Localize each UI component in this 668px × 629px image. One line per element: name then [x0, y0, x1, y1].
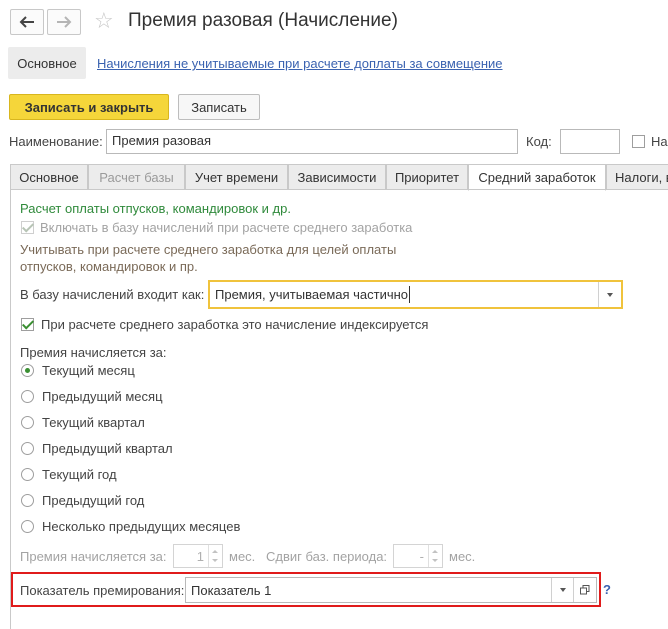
tab-bar: Основное Расчет базы Учет времени Зависи…: [10, 164, 668, 191]
forward-button[interactable]: [47, 9, 81, 35]
radio-current-month-label: Текущий месяц: [42, 363, 135, 378]
arrow-left-icon: [19, 16, 34, 28]
indicator-dropdown-button[interactable]: [551, 578, 574, 602]
shift-stepper[interactable]: -: [393, 544, 443, 568]
nav-main-tab[interactable]: Основное: [8, 47, 86, 79]
base-type-select[interactable]: Премия, учитываемая частично: [208, 280, 623, 309]
radio-several-months[interactable]: [21, 520, 34, 533]
radio-previous-year-label: Предыдущий год: [42, 493, 145, 508]
tab-time-accounting[interactable]: Учет времени: [185, 164, 288, 190]
window-title: Премия разовая (Начисление): [128, 10, 398, 31]
name-input[interactable]: Премия разовая: [106, 129, 518, 154]
back-button[interactable]: [10, 9, 44, 35]
base-type-label: В базу начислений входит как:: [20, 287, 205, 302]
months-count-label: Премия начисляется за:: [20, 549, 167, 564]
tab-priority[interactable]: Приоритет: [386, 164, 468, 190]
indicator-open-button[interactable]: [573, 578, 596, 602]
indexation-checkbox[interactable]: [21, 318, 34, 331]
tab-dependencies[interactable]: Зависимости: [288, 164, 386, 190]
tab-base-calc[interactable]: Расчет базы: [88, 164, 185, 190]
indicator-value: Показатель 1: [191, 583, 272, 598]
arrow-right-icon: [57, 16, 72, 28]
tab-main[interactable]: Основное: [10, 164, 88, 190]
include-in-base-checkbox[interactable]: [21, 221, 34, 234]
tab-taxes[interactable]: Налоги, вз: [606, 164, 668, 190]
radio-previous-quarter-label: Предыдущий квартал: [42, 441, 173, 456]
help-icon[interactable]: ?: [603, 582, 611, 597]
shift-unit-label: мес.: [449, 549, 476, 564]
hint-line-2: отпусков, командировок и пр.: [20, 259, 198, 274]
shift-stepper-arrows[interactable]: [428, 545, 442, 567]
save-button[interactable]: Записать: [178, 94, 260, 120]
indicator-label: Показатель премирования:: [20, 583, 185, 598]
radio-previous-month[interactable]: [21, 390, 34, 403]
radio-several-months-label: Несколько предыдущих месяцев: [42, 519, 241, 534]
save-and-close-button[interactable]: Записать и закрыть: [9, 94, 169, 120]
favorite-star-icon[interactable]: ☆: [94, 9, 114, 33]
name-label: Наименование:: [9, 134, 103, 149]
radio-previous-month-label: Предыдущий месяц: [42, 389, 163, 404]
period-heading: Премия начисляется за:: [20, 345, 167, 360]
radio-current-quarter[interactable]: [21, 416, 34, 429]
months-count-value: 1: [196, 549, 204, 564]
months-unit-label: мес.: [229, 549, 256, 564]
indexation-label: При расчете среднего заработка это начис…: [41, 317, 429, 332]
tab-average-earnings[interactable]: Средний заработок: [468, 164, 606, 191]
months-count-stepper[interactable]: 1: [173, 544, 223, 568]
code-input[interactable]: [560, 129, 620, 154]
radio-previous-quarter[interactable]: [21, 442, 34, 455]
months-stepper-arrows[interactable]: [208, 545, 222, 567]
shift-value: -: [419, 549, 424, 564]
radio-current-year-label: Текущий год: [42, 467, 117, 482]
truncated-checkbox-label: На: [651, 134, 668, 149]
base-type-dropdown-button[interactable]: [598, 282, 621, 307]
radio-previous-year[interactable]: [21, 494, 34, 507]
truncated-checkbox[interactable]: [632, 135, 645, 148]
text-cursor: [409, 286, 410, 303]
radio-current-month[interactable]: [21, 364, 34, 377]
hint-line-1: Учитывать при расчете среднего заработка…: [20, 242, 397, 257]
chevron-down-icon: [560, 588, 566, 592]
open-window-icon: [580, 585, 590, 595]
code-label: Код:: [526, 134, 552, 149]
radio-current-year[interactable]: [21, 468, 34, 481]
base-type-value: Премия, учитываемая частично: [215, 287, 409, 302]
chevron-down-icon: [607, 292, 613, 297]
indicator-select[interactable]: Показатель 1: [185, 577, 597, 603]
include-in-base-label: Включать в базу начислений при расчете с…: [40, 220, 413, 235]
shift-label: Сдвиг баз. периода:: [266, 549, 388, 564]
nav-link-excluded-accruals[interactable]: Начисления не учитываемые при расчете до…: [97, 56, 503, 71]
radio-current-quarter-label: Текущий квартал: [42, 415, 145, 430]
section-heading: Расчет оплаты отпусков, командировок и д…: [20, 201, 291, 216]
